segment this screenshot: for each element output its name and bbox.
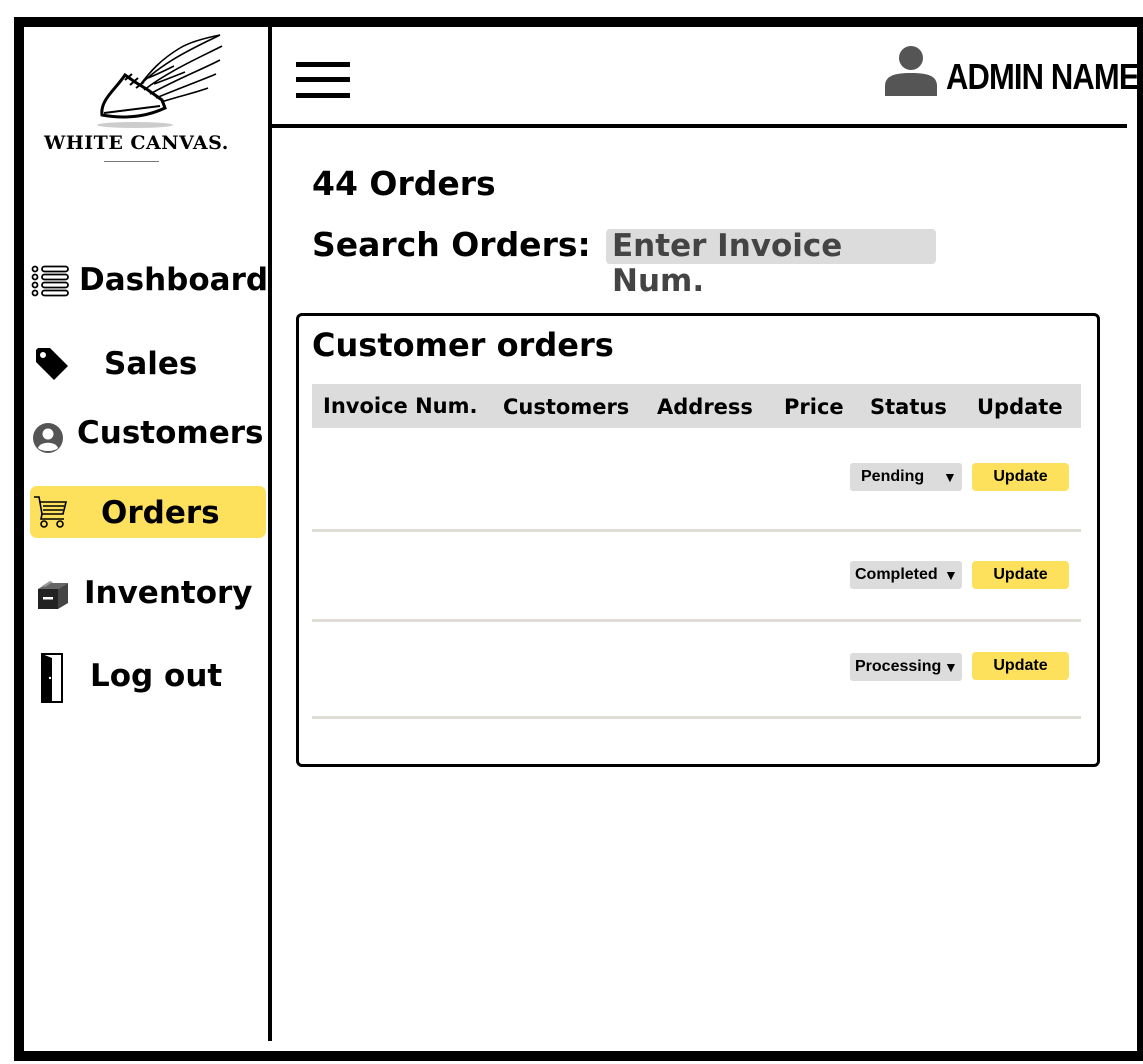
sidebar-item-inventory[interactable]: Inventory <box>30 568 266 620</box>
card-title: Customer orders <box>312 326 614 364</box>
orders-count: 44 Orders <box>312 164 496 203</box>
update-button[interactable]: Update <box>972 463 1069 491</box>
sidebar-item-label: Customers <box>77 415 264 451</box>
sidebar-item-label: Inventory <box>84 575 253 611</box>
sidebar-divider <box>268 27 272 1041</box>
winged-shoe-icon <box>97 34 223 128</box>
status-select[interactable]: Processing ▼ <box>850 653 962 681</box>
box-icon <box>36 579 70 611</box>
dropdown-arrow-icon: ▼ <box>944 659 958 675</box>
brand-underline <box>104 161 159 162</box>
update-button[interactable]: Update <box>972 652 1069 680</box>
orders-card <box>296 313 1100 767</box>
sidebar-item-logout[interactable]: Log out <box>30 652 266 704</box>
header-divider <box>272 124 1127 128</box>
tag-icon <box>34 346 70 382</box>
table-header: Invoice Num. Customers Address Price Sta… <box>312 384 1081 428</box>
column-header-update: Update <box>977 395 1063 419</box>
status-value: Pending <box>861 468 925 485</box>
status-value: Processing <box>855 658 942 675</box>
status-select[interactable]: Completed ▼ <box>850 561 962 589</box>
user-circle-icon <box>32 422 64 454</box>
row-divider <box>312 619 1081 622</box>
search-input[interactable]: Enter Invoice Num. <box>606 229 936 299</box>
sidebar-item-label: Orders <box>101 495 220 531</box>
status-select[interactable]: Pending ▼ <box>850 463 962 491</box>
status-value: Completed <box>855 566 938 583</box>
column-header-status: Status <box>870 395 947 419</box>
sidebar-item-label: Log out <box>90 658 223 694</box>
door-icon <box>40 652 66 704</box>
dropdown-arrow-icon: ▼ <box>944 567 958 583</box>
admin-name[interactable]: ADMIN NAME <box>946 56 1139 98</box>
update-button[interactable]: Update <box>972 561 1069 589</box>
hamburger-icon[interactable] <box>296 62 350 98</box>
column-header-address: Address <box>657 395 753 419</box>
brand-name: WHITE CANVAS. <box>44 132 229 154</box>
row-divider <box>312 716 1081 719</box>
user-icon[interactable] <box>884 44 938 98</box>
sidebar-item-dashboard[interactable]: Dashboard <box>30 255 269 307</box>
column-header-customers: Customers <box>503 395 630 419</box>
sidebar-item-label: Dashboard <box>79 262 269 298</box>
sidebar-item-customers[interactable]: Customers <box>30 410 266 462</box>
cart-icon <box>33 494 69 530</box>
column-header-invoice: Invoice Num. <box>323 394 478 418</box>
sidebar-item-orders[interactable]: Orders <box>30 486 266 538</box>
sidebar-item-sales[interactable]: Sales <box>30 338 266 390</box>
column-header-price: Price <box>784 395 844 419</box>
list-icon <box>30 265 70 297</box>
row-divider <box>312 529 1081 532</box>
search-label: Search Orders: <box>312 225 591 264</box>
dropdown-arrow-icon: ▼ <box>943 469 957 485</box>
sidebar-item-label: Sales <box>104 346 198 382</box>
